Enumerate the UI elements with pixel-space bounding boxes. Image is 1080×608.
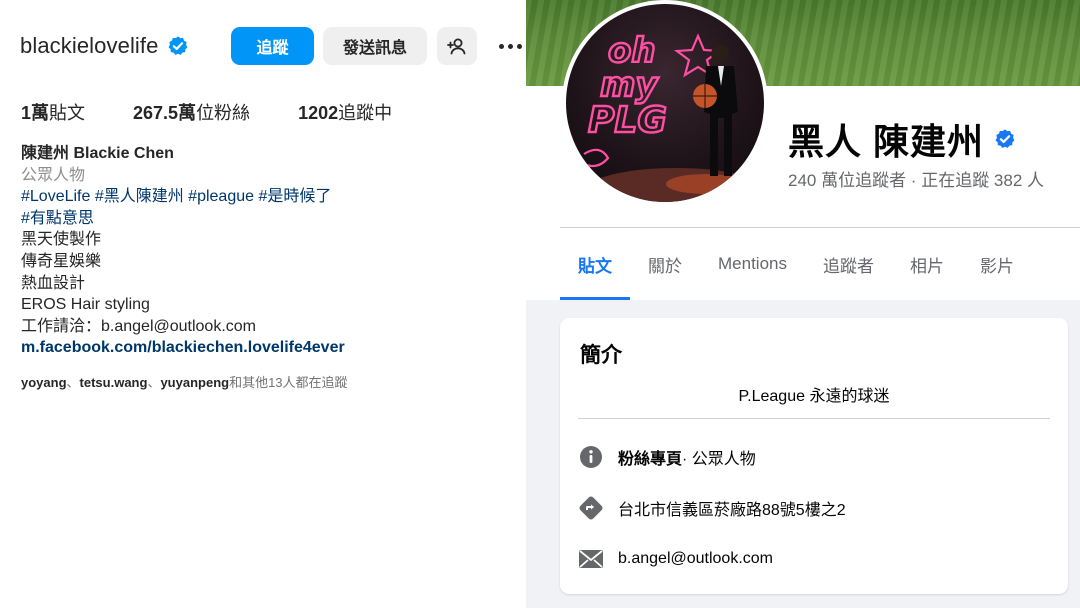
avatar-artwork: oh my PLG [583,30,764,202]
tab-about[interactable]: 關於 [630,228,700,300]
facebook-page-panel: oh my PLG 黑人 陳建州 240 萬位追蹤者 · 正在追蹤 382 人 … [526,0,1080,608]
intro-title: 簡介 [580,344,622,367]
page-name: 黑人 陳建州 [788,113,1016,165]
verified-badge-icon [995,129,1015,148]
bio-contact: 工作請洽：b.angel@outlook.com [21,317,257,335]
page-name-text: 黑人 陳建州 [788,121,985,162]
bio-hashtags[interactable]: #LoveLife #黑人陳建州 #pleague #是時候了 [21,186,345,208]
intro-page-type: 粉絲專頁 · 公眾人物 [578,444,756,470]
intro-address[interactable]: 台北市信義區菸廠路88號5樓之2 [578,495,846,521]
direction-diamond-icon [578,495,604,521]
bio-line: 黑天使製作 [21,231,102,249]
tab-mentions[interactable]: Mentions [700,228,805,300]
page-type-category: · 公眾人物 [682,451,756,468]
more-dots-icon [498,43,522,49]
intro-email[interactable]: b.angel@outlook.com [578,546,773,572]
send-message-button[interactable]: 發送訊息 [323,27,427,65]
ig-stats-row: 1萬貼文 267.5萬位粉絲 1202追蹤中 [21,99,440,125]
instagram-profile-panel: blackielovelife 追蹤 發送訊息 1萬貼文 267.5萬位粉絲 1… [0,0,526,608]
tab-followers[interactable]: 追蹤者 [805,228,892,300]
ig-username: blackielovelife [20,33,159,58]
avatar-neon-plg: PLG [588,100,667,141]
address-text: 台北市信義區菸廠路88號5樓之2 [618,502,846,519]
follow-button[interactable]: 追蹤 [231,27,314,65]
intro-divider [578,418,1050,419]
followed-by-line[interactable]: yoyang、tetsu.wang、yuyanpeng和其他13人都在追蹤 [21,372,348,391]
bio-line: EROS Hair styling [21,296,150,314]
posts-stat[interactable]: 1萬貼文 [21,99,85,125]
add-person-icon [447,38,466,55]
page-type-label: 粉絲專頁 [618,451,683,468]
avatar-neon-my: my [600,65,659,105]
following-stat[interactable]: 1202追蹤中 [298,99,392,125]
bio-category: 公眾人物 [21,166,86,184]
intro-description: P.League 永遠的球迷 [738,388,890,405]
bio-line: 傳奇星娛樂 [21,252,102,270]
ig-bio: 陳建州 Blackie Chen 公眾人物 #LoveLife #黑人陳建州 #… [21,143,345,359]
followers-summary[interactable]: 240 萬位追蹤者 · 正在追蹤 382 人 [788,166,1044,191]
tab-videos[interactable]: 影片 [962,228,1032,300]
bio-full-name: 陳建州 Blackie Chen [21,145,174,162]
mail-icon [578,546,604,572]
followers-stat[interactable]: 267.5萬位粉絲 [133,99,250,125]
profile-picture-image: oh my PLG [566,4,764,202]
email-text: b.angel@outlook.com [618,550,773,567]
info-icon [578,444,604,470]
tab-photos[interactable]: 相片 [892,228,962,300]
verified-badge-icon [169,36,188,55]
bio-line: 熱血設計 [21,274,86,292]
tab-posts[interactable]: 貼文 [560,228,630,300]
more-options-button[interactable] [494,27,526,65]
bio-hashtag-2[interactable]: #有點意思 [21,208,345,230]
page-tabs: 貼文 關於 Mentions 追蹤者 相片 影片 [560,228,1032,300]
intro-card: 簡介 P.League 永遠的球迷 粉絲專頁 · 公眾人物 台北市信義區菸廠路8… [560,318,1068,594]
bio-external-link[interactable]: m.facebook.com/blackiechen.lovelife4ever [21,337,345,359]
profile-picture[interactable]: oh my PLG [562,0,768,206]
suggest-people-button[interactable] [437,27,477,65]
ig-username-row: blackielovelife [20,27,189,65]
